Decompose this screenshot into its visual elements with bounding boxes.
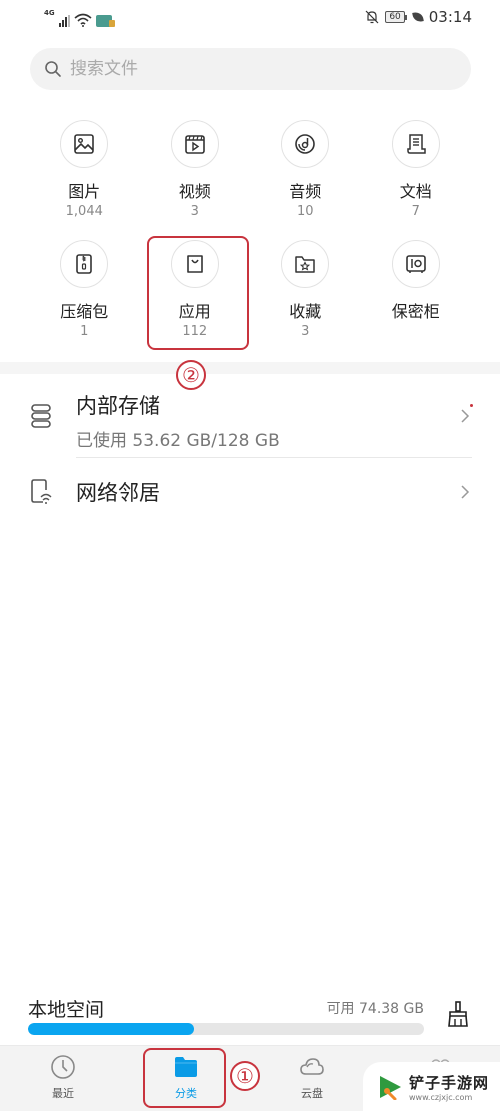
tab-cloud[interactable]: 云盘 bbox=[272, 1046, 352, 1111]
favorites-icon bbox=[295, 256, 315, 273]
tab-category[interactable]: 分类 bbox=[146, 1046, 226, 1111]
app-bag-icon bbox=[186, 255, 203, 273]
storage-title: 内部存储 bbox=[76, 393, 160, 418]
clock-icon bbox=[51, 1055, 75, 1079]
image-icon bbox=[74, 134, 95, 154]
clock-time: 03:14 bbox=[428, 8, 472, 26]
category-images[interactable]: 图片 1,044 bbox=[29, 120, 140, 224]
bell-off-icon bbox=[365, 10, 379, 24]
archive-icon bbox=[76, 254, 93, 274]
category-count: 3 bbox=[301, 324, 310, 339]
tab-label: 云盘 bbox=[301, 1087, 323, 1100]
internal-storage-item[interactable]: 内部存储 已使用 53.62 GB/128 GB bbox=[0, 384, 500, 456]
chevron-right-icon bbox=[461, 485, 470, 499]
storage-usage: 已使用 53.62 GB/128 GB bbox=[76, 430, 280, 451]
storage-progress-bar bbox=[28, 1023, 424, 1035]
status-right: 60 03:14 bbox=[365, 8, 472, 26]
network-title: 网络邻居 bbox=[76, 481, 160, 505]
app-notification-icon bbox=[95, 15, 115, 27]
category-icon-circle bbox=[281, 120, 330, 168]
signal-icon bbox=[58, 15, 70, 27]
folder-icon bbox=[175, 1057, 197, 1077]
watermark-logo-icon bbox=[380, 1075, 401, 1100]
cleanup-broom-icon[interactable] bbox=[446, 1000, 470, 1028]
category-label: 图片 bbox=[68, 182, 101, 201]
category-icon-circle bbox=[60, 240, 109, 288]
local-space-panel: 本地空间 可用 74.38 GB bbox=[0, 985, 500, 1045]
category-label: 应用 bbox=[178, 302, 211, 321]
search-bar[interactable] bbox=[30, 48, 471, 90]
category-count: 7 bbox=[411, 204, 420, 219]
category-videos[interactable]: 视频 3 bbox=[140, 120, 251, 224]
file-manager-screen: 4G 60 03:14 搜索文件 图片 1,044 视频 3 音频 10 文档 … bbox=[0, 0, 500, 1111]
eco-leaf-icon bbox=[411, 11, 424, 23]
category-safe[interactable]: 保密柜 bbox=[361, 240, 472, 344]
document-icon bbox=[407, 134, 426, 154]
category-label: 文档 bbox=[399, 182, 432, 201]
video-icon bbox=[184, 135, 205, 154]
network-type: 4G bbox=[44, 9, 55, 17]
network-text: 网络邻居 bbox=[76, 477, 160, 507]
category-icon-circle bbox=[391, 240, 440, 288]
category-apps[interactable]: 应用 112 bbox=[140, 240, 251, 344]
list-divider bbox=[76, 457, 472, 458]
category-count: 1 bbox=[80, 324, 89, 339]
cloud-icon bbox=[300, 1058, 324, 1075]
category-icon-circle bbox=[170, 240, 219, 288]
category-count: 112 bbox=[182, 324, 208, 339]
wifi-icon bbox=[74, 13, 92, 27]
status-left: 4G bbox=[44, 9, 115, 27]
battery-indicator: 60 bbox=[385, 11, 408, 23]
category-favorites[interactable]: 收藏 3 bbox=[250, 240, 361, 344]
category-label: 音频 bbox=[289, 182, 322, 201]
storage-text: 内部存储 已使用 53.62 GB/128 GB bbox=[76, 390, 280, 451]
watermark-title: 铲子手游网 bbox=[409, 1073, 490, 1092]
chevron-right-icon bbox=[461, 409, 470, 423]
network-neighbor-icon bbox=[31, 479, 52, 504]
storage-progress-fill bbox=[28, 1023, 195, 1035]
notification-dot bbox=[470, 404, 473, 407]
site-watermark: 铲子手游网 www.czjxjc.com bbox=[363, 1062, 500, 1111]
watermark-url: www.czjxjc.com bbox=[409, 1092, 473, 1102]
storage-icon bbox=[31, 404, 51, 428]
tab-label: 分类 bbox=[175, 1087, 197, 1100]
category-label: 保密柜 bbox=[391, 302, 440, 321]
category-label: 视频 bbox=[178, 182, 211, 201]
safe-icon bbox=[405, 255, 426, 273]
search-input[interactable] bbox=[70, 59, 450, 79]
audio-icon bbox=[295, 134, 316, 154]
tab-recent[interactable]: 最近 bbox=[23, 1046, 103, 1111]
section-divider bbox=[0, 362, 500, 374]
category-icon-circle bbox=[281, 240, 330, 288]
category-icon-circle bbox=[60, 120, 109, 168]
tab-label: 最近 bbox=[52, 1087, 74, 1100]
category-icon-circle bbox=[391, 120, 440, 168]
category-label: 压缩包 bbox=[60, 302, 109, 321]
category-documents[interactable]: 文档 7 bbox=[361, 120, 472, 224]
category-audio[interactable]: 音频 10 bbox=[250, 120, 361, 224]
category-icon-circle bbox=[170, 120, 219, 168]
category-grid: 图片 1,044 视频 3 音频 10 文档 7 压缩包 1 应用 112 收藏… bbox=[29, 120, 471, 344]
watermark-text: 铲子手游网 www.czjxjc.com bbox=[409, 1072, 489, 1102]
category-count: 1,044 bbox=[65, 204, 103, 219]
category-count: 10 bbox=[296, 204, 314, 219]
search-icon bbox=[45, 61, 61, 77]
local-space-title: 本地空间 bbox=[28, 999, 105, 1021]
category-label: 收藏 bbox=[289, 302, 322, 321]
local-space-available: 可用 74.38 GB bbox=[326, 1001, 424, 1017]
category-archives[interactable]: 压缩包 1 bbox=[29, 240, 140, 344]
category-count: 3 bbox=[190, 204, 199, 219]
status-bar: 4G 60 03:14 bbox=[0, 0, 500, 38]
step-1-annotation: ① bbox=[230, 1061, 260, 1091]
network-neighbor-item[interactable]: 网络邻居 bbox=[0, 470, 500, 514]
